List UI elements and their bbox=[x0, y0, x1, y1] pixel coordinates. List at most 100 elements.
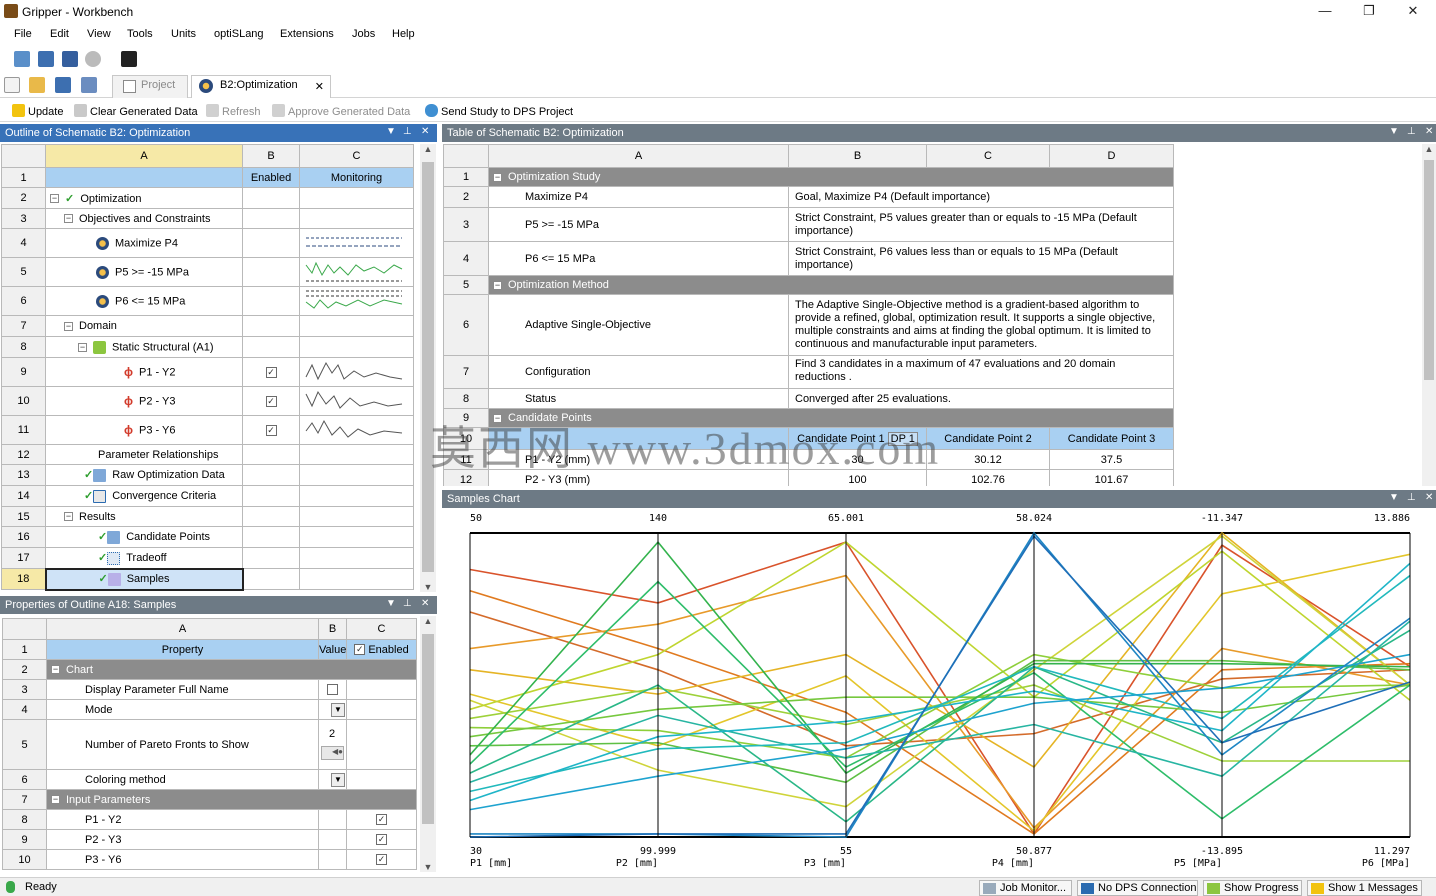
slider-icon[interactable]: ◀● bbox=[321, 746, 344, 760]
show-progress-button[interactable]: Show Progress bbox=[1203, 880, 1302, 896]
enabled-checkbox[interactable]: ✓ bbox=[265, 424, 277, 436]
column-header-d[interactable]: D bbox=[1049, 144, 1174, 168]
collapse-icon[interactable]: − bbox=[64, 512, 73, 522]
scroll-up-icon[interactable]: ▲ bbox=[420, 616, 436, 626]
close-button[interactable]: ✕ bbox=[1390, 0, 1436, 23]
table-row[interactable]: 16 ✓ Candidate Points bbox=[1, 526, 414, 548]
parallel-coordinates-chart[interactable]: 50 30P1 [mm] 140 99.999P2 [mm] 65.001 55P3 [m… bbox=[442, 508, 1436, 874]
collapse-icon[interactable]: − bbox=[51, 795, 60, 805]
table-row[interactable]: 15 − Results bbox=[1, 506, 414, 527]
menu-view[interactable]: View bbox=[87, 28, 111, 40]
enabled-all-checkbox[interactable]: ✓ bbox=[354, 644, 366, 656]
panel-close-icon[interactable]: ✕ bbox=[421, 126, 429, 137]
table-row[interactable]: 6 Adaptive Single-Objective The Adaptive… bbox=[443, 294, 1174, 356]
scroll-down-icon[interactable]: ▼ bbox=[420, 582, 436, 592]
enabled-checkbox[interactable]: ✓ bbox=[265, 395, 277, 407]
coloring-dropdown-icon[interactable]: ▼ bbox=[331, 772, 345, 787]
table-row[interactable]: 8 Status Converged after 25 evaluations. bbox=[443, 388, 1174, 409]
menu-optislang[interactable]: optiSLang bbox=[214, 28, 264, 40]
section-row[interactable]: 5 − Optimization Method bbox=[443, 275, 1174, 295]
scroll-up-icon[interactable]: ▲ bbox=[1422, 144, 1436, 154]
approve-generated-data-button[interactable]: Approve Generated Data bbox=[272, 104, 410, 118]
panel-pin-icon[interactable]: ⊥ bbox=[403, 598, 412, 609]
new-icon[interactable] bbox=[4, 77, 20, 93]
reconnect-icon[interactable] bbox=[38, 51, 54, 67]
table-row[interactable]: 11 ɸ P3 - Y6 ✓ bbox=[1, 415, 414, 445]
open-icon[interactable] bbox=[29, 77, 45, 93]
collapse-icon[interactable]: − bbox=[64, 214, 73, 224]
table-row[interactable]: 3 Display Parameter Full Name bbox=[2, 679, 417, 700]
table-row[interactable]: 14 ✓ Convergence Criteria bbox=[1, 485, 414, 507]
display-full-name-checkbox[interactable] bbox=[327, 684, 338, 696]
table-row[interactable]: 17 ✓ Tradeoff bbox=[1, 547, 414, 569]
panel-close-icon[interactable]: ✕ bbox=[1425, 126, 1433, 137]
enabled-checkbox[interactable]: ✓ bbox=[265, 366, 277, 378]
table-row[interactable]: 13 ✓ Raw Optimization Data bbox=[1, 464, 414, 486]
collapse-icon[interactable]: − bbox=[64, 321, 73, 331]
job-monitor-button[interactable]: Job Monitor... bbox=[979, 880, 1072, 896]
collapse-icon[interactable]: − bbox=[78, 342, 87, 352]
menu-units[interactable]: Units bbox=[171, 28, 196, 40]
column-header-b[interactable]: B bbox=[242, 144, 300, 168]
collapse-icon[interactable]: − bbox=[493, 172, 502, 182]
table-row[interactable]: 5 Number of Pareto Fronts to Show 2 ◀● bbox=[2, 719, 417, 770]
maximize-button[interactable]: ❐ bbox=[1346, 0, 1392, 23]
scroll-up-icon[interactable]: ▲ bbox=[420, 144, 436, 154]
panel-close-icon[interactable]: ✕ bbox=[421, 598, 429, 609]
collapse-icon[interactable]: − bbox=[493, 280, 502, 290]
panel-dropdown-icon[interactable]: ▼ bbox=[386, 598, 396, 609]
tab-project[interactable]: Project bbox=[112, 75, 188, 98]
panel-dropdown-icon[interactable]: ▼ bbox=[1389, 126, 1399, 137]
column-header-c[interactable]: C bbox=[299, 144, 414, 168]
refresh-button[interactable]: Refresh bbox=[206, 104, 261, 118]
table-row[interactable]: 9 P2 - Y3 ✓ bbox=[2, 829, 417, 850]
import-icon[interactable] bbox=[14, 51, 30, 67]
refresh-project-icon[interactable] bbox=[62, 51, 78, 67]
table-scrollbar[interactable]: ▲ bbox=[1422, 144, 1436, 486]
scroll-down-icon[interactable]: ▼ bbox=[420, 862, 436, 872]
send-study-button[interactable]: Send Study to DPS Project bbox=[425, 104, 573, 118]
table-row[interactable]: 6 P6 <= 15 MPa bbox=[1, 286, 414, 316]
save-as-icon[interactable] bbox=[81, 77, 97, 93]
section-row[interactable]: 2 − Chart bbox=[2, 659, 417, 680]
pareto-fronts-value[interactable]: 2 bbox=[321, 721, 344, 740]
menu-tools[interactable]: Tools bbox=[127, 28, 153, 40]
panel-pin-icon[interactable]: ⊥ bbox=[1407, 126, 1416, 137]
section-row[interactable]: 7 − Input Parameters bbox=[2, 789, 417, 810]
menu-help[interactable]: Help bbox=[392, 28, 415, 40]
table-row[interactable]: 3 − Objectives and Constraints bbox=[1, 208, 414, 229]
properties-scrollbar[interactable]: ▲ ▼ bbox=[420, 616, 436, 872]
table-row[interactable]: 12 Parameter Relationships bbox=[1, 444, 414, 465]
table-row[interactable]: 2 − ✓ Optimization bbox=[1, 187, 414, 209]
column-header-a[interactable]: A bbox=[488, 144, 789, 168]
table-row[interactable]: 9 ɸ P1 - Y2 ✓ bbox=[1, 357, 414, 387]
enabled-checkbox[interactable]: ✓ bbox=[376, 814, 387, 826]
collapse-icon[interactable]: − bbox=[50, 194, 59, 204]
ansys-icon[interactable] bbox=[121, 51, 137, 67]
clear-generated-data-button[interactable]: Clear Generated Data bbox=[74, 104, 198, 118]
dps-connection-button[interactable]: No DPS Connection bbox=[1077, 880, 1198, 896]
panel-pin-icon[interactable]: ⊥ bbox=[1407, 492, 1416, 503]
collapse-icon[interactable]: − bbox=[51, 665, 60, 675]
table-row-selected[interactable]: 18 ✓ Samples bbox=[1, 567, 414, 591]
table-row[interactable]: 8 P1 - Y2 ✓ bbox=[2, 809, 417, 830]
column-header-a[interactable]: A bbox=[45, 144, 243, 168]
table-row[interactable]: 4 P6 <= 15 MPa Strict Constraint, P6 val… bbox=[443, 241, 1174, 276]
table-row[interactable]: 4 Mode ▼ bbox=[2, 699, 417, 720]
panel-close-icon[interactable]: ✕ bbox=[1425, 492, 1433, 503]
column-header-b[interactable]: B bbox=[318, 618, 347, 640]
menu-edit[interactable]: Edit bbox=[50, 28, 69, 40]
tab-close-icon[interactable]: ✕ bbox=[315, 80, 324, 93]
show-messages-button[interactable]: Show 1 Messages bbox=[1307, 880, 1422, 896]
section-row[interactable]: 1 − Optimization Study bbox=[443, 167, 1174, 187]
table-row[interactable]: 10 P3 - Y6 ✓ bbox=[2, 849, 417, 870]
table-row[interactable]: 10 ɸ P2 - Y3 ✓ bbox=[1, 386, 414, 416]
mode-dropdown-icon[interactable]: ▼ bbox=[331, 702, 345, 717]
tab-b2-optimization[interactable]: B2:Optimization ✕ bbox=[191, 75, 331, 98]
minimize-button[interactable]: — bbox=[1302, 0, 1348, 23]
table-row[interactable]: 7 Configuration Find 3 candidates in a m… bbox=[443, 355, 1174, 389]
table-row[interactable]: 2 Maximize P4 Goal, Maximize P4 (Default… bbox=[443, 186, 1174, 208]
panel-dropdown-icon[interactable]: ▼ bbox=[386, 126, 396, 137]
table-row[interactable]: 3 P5 >= -15 MPa Strict Constraint, P5 va… bbox=[443, 207, 1174, 242]
menu-file[interactable]: File bbox=[14, 28, 32, 40]
